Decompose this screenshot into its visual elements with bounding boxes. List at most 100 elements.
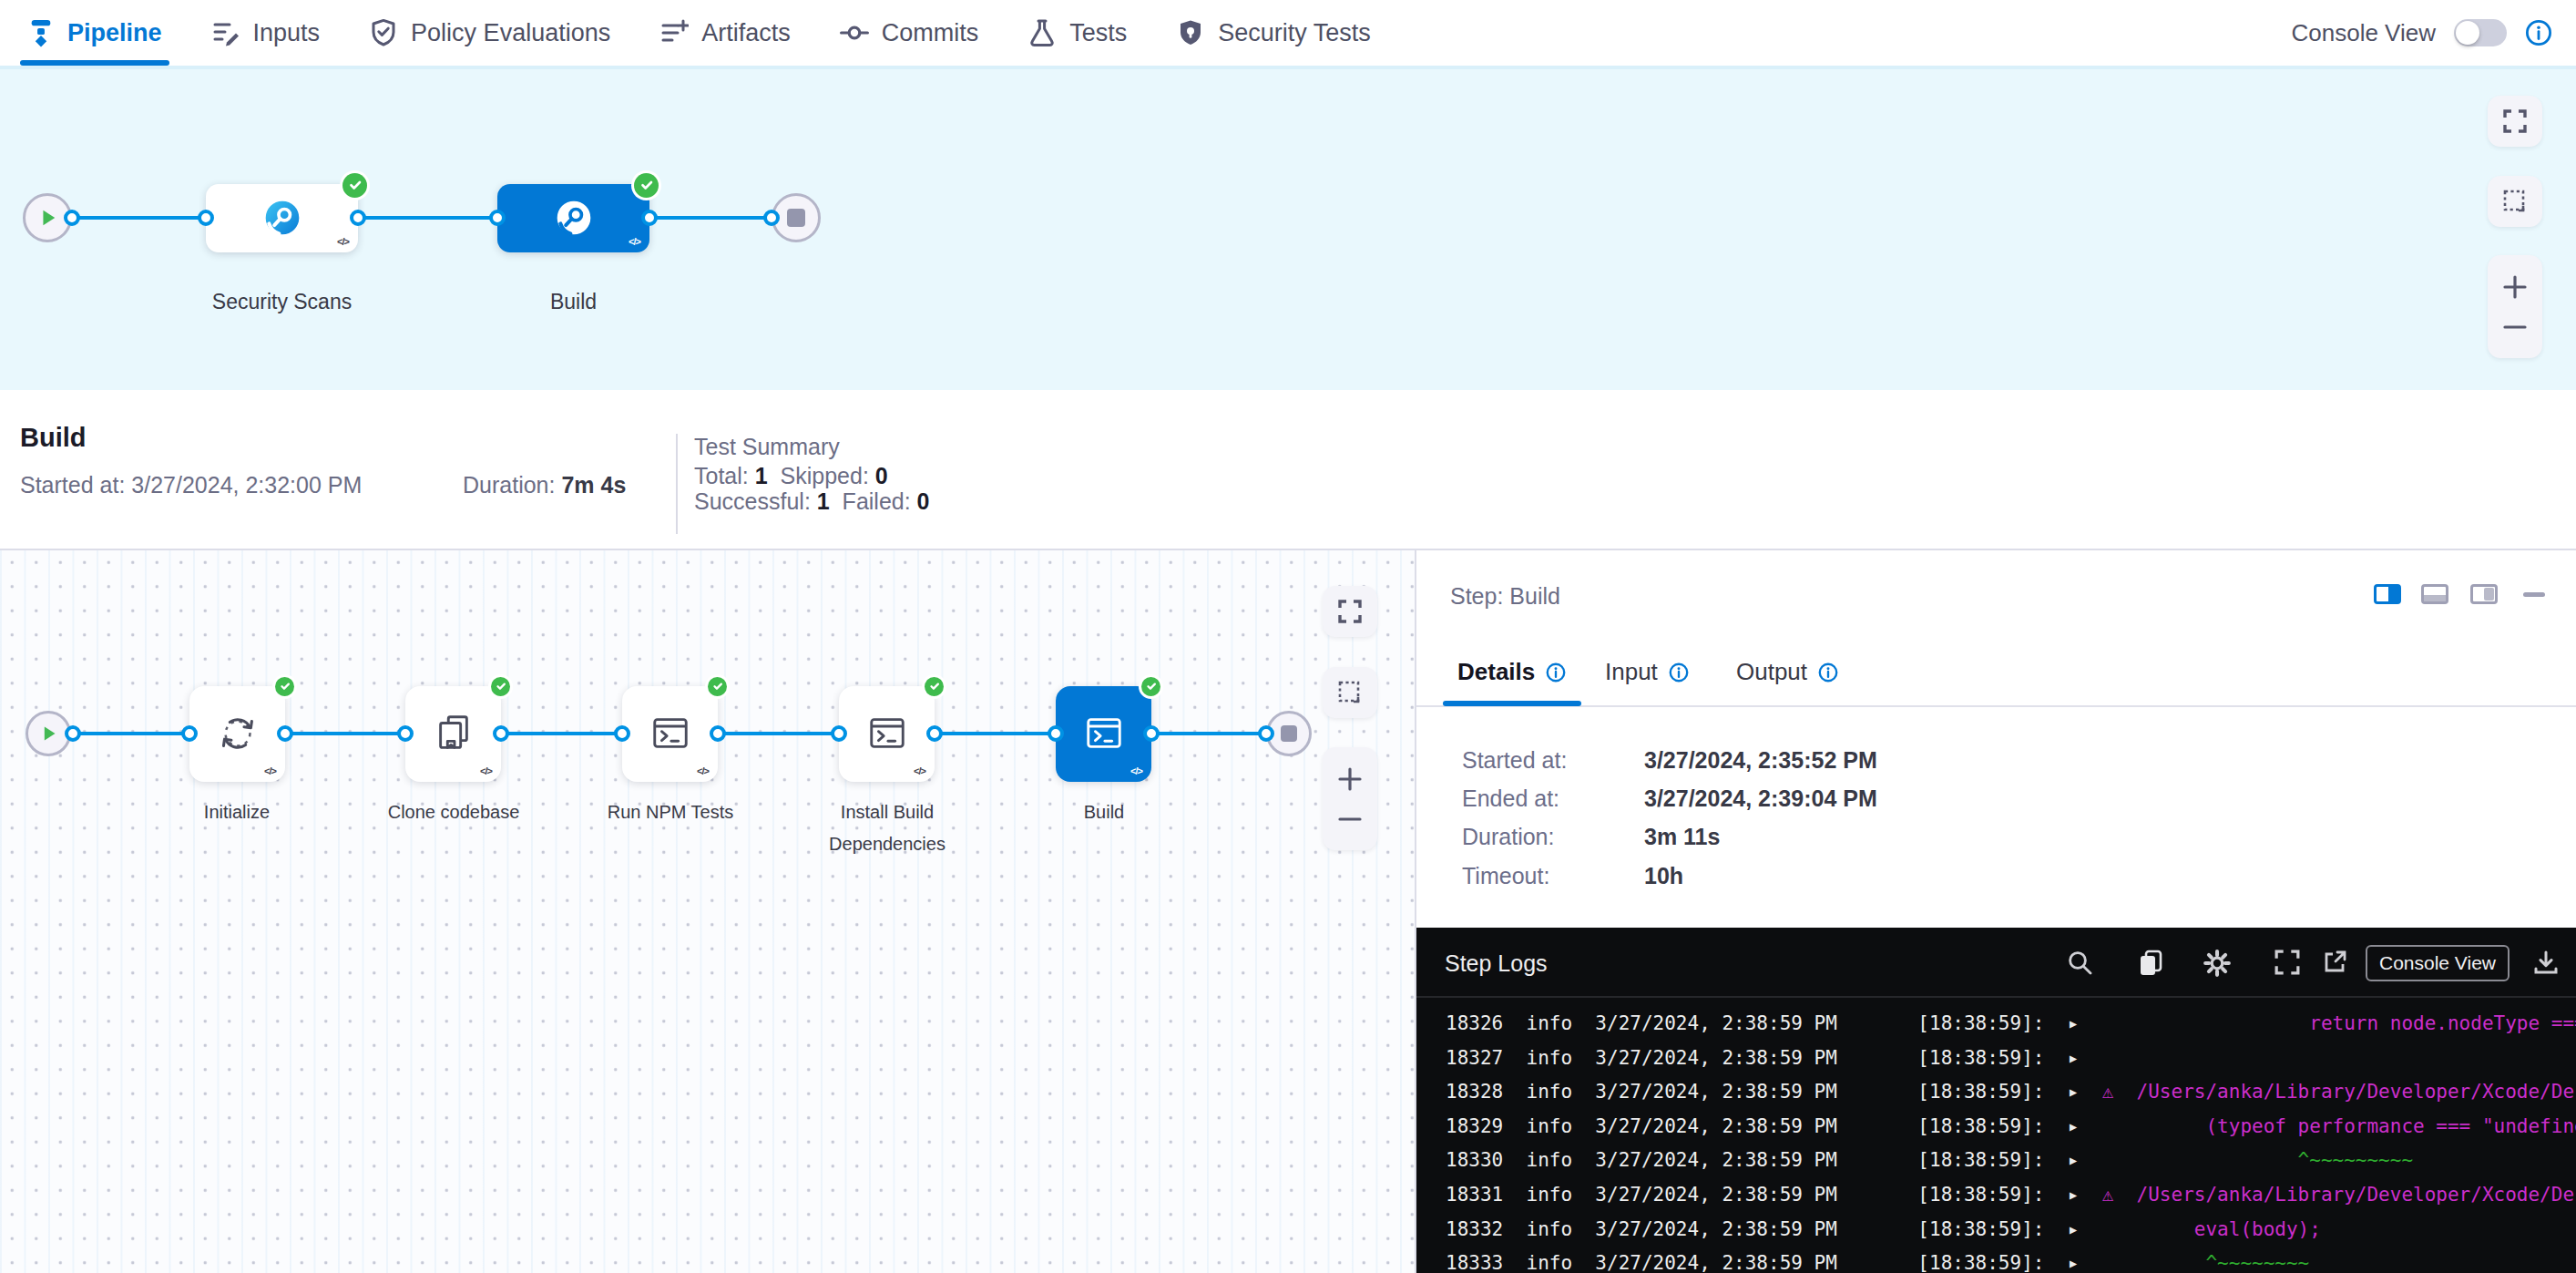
active-tab-underline	[1443, 701, 1581, 706]
code-glyph: </>	[629, 236, 640, 247]
stage-node-build[interactable]: </>	[497, 184, 649, 252]
summary-started: Started at: 3/27/2024, 2:32:00 PM	[20, 472, 362, 498]
inputs-icon	[211, 18, 240, 47]
log-line: 18327 info 3/27/2024, 2:38:59 PM [18:38:…	[1446, 1042, 2090, 1076]
stage-label-security-scans[interactable]: Security Scans	[212, 290, 352, 314]
layout-overlay-button[interactable]	[2470, 584, 2498, 604]
log-line: 18330 info 3/27/2024, 2:38:59 PM [18:38:…	[1446, 1144, 2413, 1178]
test-summary-counts2: Successful: 1 Failed: 0	[694, 488, 930, 515]
step-node-clone-codebase[interactable]: </>	[405, 686, 501, 782]
summary-title: Build	[20, 423, 87, 453]
minimize-panel-button[interactable]	[2523, 592, 2545, 597]
step-label-install-build-dependencies[interactable]: Install Build Dependencies	[810, 796, 965, 860]
zoom-in-icon[interactable]	[2502, 274, 2528, 300]
canvas-selection-button[interactable]	[2488, 176, 2542, 227]
tab-commits-label: Commits	[882, 19, 979, 47]
copy-icon[interactable]	[2138, 950, 2165, 977]
info-icon	[1818, 662, 1838, 683]
layout-fill	[2388, 587, 2398, 601]
info-icon	[1669, 662, 1689, 683]
status-success-badge	[342, 173, 367, 198]
test-summary-title: Test Summary	[694, 434, 840, 460]
step-node-initialize[interactable]: </>	[189, 686, 285, 782]
detail-value: 3/27/2024, 2:39:04 PM	[1644, 785, 1877, 812]
edge-connector	[926, 725, 943, 742]
edge-connector	[181, 725, 198, 742]
console-view-toggle[interactable]	[2454, 19, 2507, 46]
tab-security-tests[interactable]: Security Tests	[1176, 0, 1371, 66]
step-node-install-build-dependencies[interactable]: </>	[839, 686, 935, 782]
edge-connector	[350, 210, 366, 226]
code-glyph: </>	[697, 765, 709, 776]
status-success-badge	[708, 677, 727, 696]
security-tests-icon	[1176, 18, 1205, 47]
tab-policy-evaluations[interactable]: Policy Evaluations	[369, 0, 610, 66]
edge-connector	[1143, 725, 1160, 742]
step-details-panel: Step: Build Details Input Output Started…	[1415, 550, 2576, 1273]
stop-icon	[1281, 725, 1297, 742]
tab-tests[interactable]: Tests	[1027, 0, 1127, 66]
tab-inputs-label: Inputs	[253, 19, 321, 47]
edge-connector	[763, 210, 780, 226]
stage-label-build[interactable]: Build	[550, 290, 597, 314]
tests-icon	[1027, 18, 1057, 47]
tab-pipeline[interactable]: Pipeline	[27, 0, 162, 66]
edge-connector	[64, 210, 80, 226]
edge-connector	[1048, 725, 1064, 742]
tab-input[interactable]: Input	[1605, 658, 1689, 686]
external-link-icon[interactable]	[2322, 950, 2347, 975]
canvas-fullscreen-button[interactable]	[1323, 586, 1377, 637]
step-label-build[interactable]: Build	[976, 796, 1232, 828]
detail-value: 3/27/2024, 2:35:52 PM	[1644, 747, 1877, 774]
copy-pages-icon	[433, 713, 475, 755]
step-node-build[interactable]: </>	[1056, 686, 1151, 782]
pipeline-execution-page: Pipeline Inputs Policy Evaluations Artif…	[0, 0, 2576, 1273]
tab-artifacts[interactable]: Artifacts	[659, 0, 791, 66]
layout-split-bottom-button[interactable]	[2421, 584, 2448, 604]
gear-icon[interactable]	[2203, 950, 2231, 977]
tab-inputs[interactable]: Inputs	[211, 0, 321, 66]
tab-tests-label: Tests	[1069, 19, 1127, 47]
zoom-in-icon[interactable]	[1337, 766, 1363, 792]
log-line: 18326 info 3/27/2024, 2:38:59 PM [18:38:…	[1446, 1007, 2576, 1042]
step-label-run-npm-tests[interactable]: Run NPM Tests	[543, 796, 798, 828]
code-glyph: </>	[1130, 765, 1142, 776]
tab-details[interactable]: Details	[1457, 658, 1566, 686]
tab-commits[interactable]: Commits	[840, 0, 979, 66]
policy-evaluations-icon	[369, 18, 398, 47]
stage-node-security-scans[interactable]: </>	[206, 184, 358, 252]
step-logs-body: 18326 info 3/27/2024, 2:38:59 PM [18:38:…	[1416, 998, 2576, 1273]
edge-connector	[489, 210, 506, 226]
selection-icon	[1337, 680, 1363, 705]
zoom-out-icon[interactable]	[1337, 806, 1363, 832]
stage-graph-canvas: </> </> Security Scans Build	[0, 69, 2576, 390]
step-graph-canvas: </> </> </> </>	[0, 550, 1415, 1273]
step-node-run-npm-tests[interactable]: </>	[622, 686, 718, 782]
summary-divider	[676, 434, 678, 534]
zoom-out-icon[interactable]	[2502, 314, 2528, 340]
tab-security-tests-label: Security Tests	[1218, 19, 1371, 47]
tab-output[interactable]: Output	[1736, 658, 1838, 686]
layout-fill	[2424, 595, 2446, 601]
console-view-button[interactable]: Console View	[2366, 945, 2510, 981]
fullscreen-icon[interactable]	[2274, 950, 2300, 975]
canvas-selection-button[interactable]	[1323, 667, 1377, 718]
build-summary: Build Started at: 3/27/2024, 2:32:00 PM …	[0, 390, 2576, 550]
terminal-icon	[649, 713, 691, 755]
status-success-badge	[275, 677, 294, 696]
log-line: 18328 info 3/27/2024, 2:38:59 PM [18:38:…	[1446, 1075, 2576, 1110]
download-icon[interactable]	[2533, 950, 2559, 975]
nav-tabs: Pipeline Inputs Policy Evaluations Artif…	[27, 0, 1371, 66]
info-icon[interactable]	[2525, 19, 2552, 46]
code-glyph: </>	[337, 236, 349, 247]
canvas-fullscreen-button[interactable]	[2488, 96, 2542, 147]
tab-details-label: Details	[1457, 658, 1535, 686]
detail-value: 10h	[1644, 863, 1683, 889]
terminal-icon	[866, 713, 908, 755]
edge-connector	[710, 725, 726, 742]
tabs-divider	[1416, 705, 2576, 707]
search-icon[interactable]	[2067, 950, 2092, 975]
stage-edge	[47, 216, 796, 220]
tab-artifacts-label: Artifacts	[701, 19, 791, 47]
layout-split-right-button[interactable]	[2374, 584, 2401, 604]
